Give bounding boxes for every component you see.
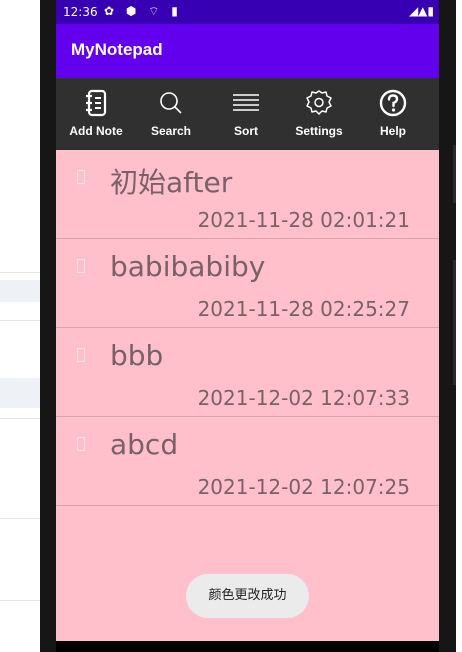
status-icons: ✿ ⬢ ⌔ ▮ [104,4,182,18]
settings-label: Settings [295,124,343,138]
note-date: 2021-11-28 02:25:27 [197,297,410,321]
status-time: 12:36 [63,5,98,19]
divider [0,418,40,419]
notebook-icon [86,89,107,117]
search-button[interactable]: Search [136,88,206,138]
help-button[interactable]: Help [358,88,428,138]
note-item[interactable]: 初始after 2021-11-28 02:01:21 [56,150,439,239]
toast-message: 颜色更改成功 [186,574,309,618]
note-title: 初始after [110,166,233,199]
note-icon [77,170,85,184]
add-note-button[interactable]: Add Note [61,88,131,138]
help-icon [379,89,407,117]
note-date: 2021-12-02 12:07:33 [197,386,410,410]
gear-icon [306,90,332,115]
divider [0,518,40,519]
sort-lines-icon [233,94,259,111]
status-bar: 12:36 ✿ ⬢ ⌔ ▮ ◢▲▮ [56,0,439,24]
volume-button [453,145,456,203]
sort-label: Sort [234,124,258,138]
search-label: Search [150,124,192,138]
note-item[interactable]: abcd 2021-12-02 12:07:25 [56,417,439,506]
note-title: abcd [110,428,179,461]
divider [0,272,40,273]
divider [0,320,40,321]
note-item[interactable]: babibabiby 2021-11-28 02:25:27 [56,239,439,328]
signal-battery-icons: ◢▲▮ [408,4,434,18]
note-title: babibabiby [110,250,266,283]
note-date: 2021-12-02 12:07:25 [197,475,410,499]
navigation-bar [56,641,439,652]
note-date: 2021-11-28 02:01:21 [197,208,410,232]
divider [0,600,40,601]
background-band [0,378,40,408]
app-bar: MyNotepad [56,24,439,78]
search-icon [160,92,182,114]
note-icon [77,437,85,451]
add-note-label: Add Note [69,124,123,138]
phone-frame: 12:36 ✿ ⬢ ⌔ ▮ ◢▲▮ MyNotepad Add Note Sea… [40,0,456,652]
phone-screen: 12:36 ✿ ⬢ ⌔ ▮ ◢▲▮ MyNotepad Add Note Sea… [56,0,439,652]
power-button [453,260,456,385]
help-label: Help [379,124,406,138]
note-icon [77,348,85,362]
toolbar: Add Note Search Sort Settings Help [56,78,439,150]
background-band [0,280,40,302]
app-title: MyNotepad [71,40,163,59]
note-item[interactable]: bbb 2021-12-02 12:07:33 [56,328,439,417]
note-icon [77,259,85,273]
notes-list: 初始after 2021-11-28 02:01:21 babibabiby 2… [56,150,439,641]
note-title: bbb [110,339,164,372]
sort-button[interactable]: Sort [211,88,281,138]
settings-button[interactable]: Settings [284,88,354,138]
